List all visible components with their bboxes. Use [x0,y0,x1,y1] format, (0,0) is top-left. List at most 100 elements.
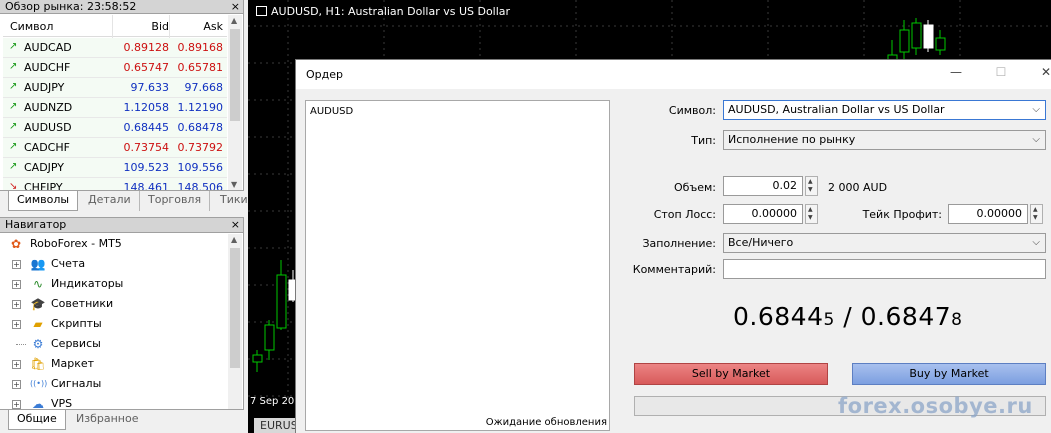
arrow-up-icon[interactable]: ▲ [808,178,813,186]
tree-root-label: RoboForex - MT5 [30,237,122,250]
tree-item[interactable]: + ∿ Индикаторы [0,274,228,294]
candle-body [899,29,910,53]
expand-icon[interactable]: + [12,400,21,409]
navigator-scrollbar[interactable]: ▲ [228,234,242,409]
market-watch-scrollbar[interactable]: ▲ ▼ [228,15,242,190]
sell-by-market-button[interactable]: Sell by Market [634,363,828,385]
order-type-select[interactable]: Исполнение по рынку ⌵ [723,130,1046,150]
close-icon[interactable]: × [231,0,240,13]
column-bid[interactable]: Bid [151,20,169,33]
arrow-up-right-icon: ↗ [9,121,18,132]
tree-item[interactable]: + ((•)) Сигналы [0,374,228,394]
column-ask[interactable]: Ask [203,20,223,33]
maximize-icon[interactable]: ☐ [991,65,1011,79]
tab-trading[interactable]: Торговля [140,191,211,211]
take-profit-stepper[interactable]: ▲ ▼ [1030,204,1043,224]
scroll-up-icon[interactable]: ▲ [231,16,237,25]
table-row[interactable]: ↗ AUDCAD 0.89128 0.89168 [3,38,227,58]
symbol-cell: CHFJPY [24,181,63,190]
table-row[interactable]: ↗ AUDJPY 97.633 97.668 [3,78,227,98]
bid-cell: 97.633 [130,81,170,94]
tab-details[interactable]: Детали [80,191,140,211]
table-row[interactable]: ↗ CADJPY 109.523 109.556 [3,158,227,178]
tree-item[interactable]: ⚙ Сервисы [0,334,228,354]
arrow-down-icon[interactable]: ▼ [808,186,813,194]
scroll-up-icon[interactable]: ▲ [231,235,237,244]
tick-chart-area: AUDUSD Ожидание обновления [305,100,610,431]
arrow-up-icon[interactable]: ▲ [808,206,813,214]
arrow-up-right-icon: ↗ [9,41,18,52]
expand-icon[interactable]: + [12,260,21,269]
close-icon[interactable]: × [231,218,240,232]
navigator-tree: ✿ RoboForex - MT5 + 👥 Счета + ∿ Индикаторы + 🎓 С… [0,234,228,409]
candle-body [935,37,946,51]
tree-item[interactable]: + ▰ Скрипты [0,314,228,334]
bid-cell: 0.68445 [123,121,170,134]
tree-root[interactable]: ✿ RoboForex - MT5 [0,234,228,254]
tab-symbols[interactable]: Символы [8,191,79,211]
bid-price: 0.6844 [733,302,824,331]
filling-select[interactable]: Все/Ничего ⌵ [723,233,1046,253]
tree-item[interactable]: + 🛍 Маркет [0,354,228,374]
expand-icon[interactable]: + [12,360,21,369]
tab-favorites[interactable]: Избранное [68,410,146,430]
symbol-cell: AUDNZD [24,101,73,114]
symbol-select[interactable]: AUDUSD, Australian Dollar vs US Dollar ⌵ [723,100,1046,120]
table-row[interactable]: ↗ AUDNZD 1.12058 1.12190 [3,98,227,118]
comment-input[interactable] [723,259,1046,279]
ask-cell: 148.506 [177,181,224,190]
candle-body [911,22,922,49]
navigator-title: Навигатор [5,218,67,231]
expand-icon[interactable]: + [12,280,21,289]
arrow-down-icon[interactable]: ▼ [1033,214,1038,222]
table-row[interactable]: ↗ AUDCHF 0.65747 0.65781 [3,58,227,78]
tree-item-label: Сигналы [51,377,102,390]
navigator-panel: Навигатор × ✿ RoboForex - MT5 + 👥 Счета + ∿ И… [0,217,244,433]
minimize-icon[interactable]: — [946,65,966,79]
stop-loss-label: Стоп Лосс: [653,208,716,221]
expand-icon[interactable]: + [12,320,21,329]
scroll-thumb[interactable] [230,29,240,121]
buy-by-market-button[interactable]: Buy by Market [852,363,1046,385]
tree-item-label: Сервисы [51,337,101,350]
candle-body [276,274,287,329]
table-row[interactable]: ↗ CADCHF 0.73754 0.73792 [3,138,227,158]
volume-input[interactable]: 0.02 [723,176,803,196]
tree-item[interactable]: + 🎓 Советники [0,294,228,314]
arrow-up-right-icon: ↗ [9,101,18,112]
chevron-down-icon: ⌵ [1032,104,1040,115]
bid-cell: 109.523 [123,161,170,174]
take-profit-label: Тейк Профит: [862,208,942,221]
navigator-titlebar: Навигатор × [0,218,243,233]
expand-icon[interactable]: + [12,380,21,389]
tree-item[interactable]: + 👥 Счета [0,254,228,274]
signals-icon: ((•)) [30,379,48,388]
market-watch-header: Символ Bid Ask [3,15,227,37]
expand-icon[interactable]: + [12,300,21,309]
symbol-label: Символ: [668,104,716,117]
indicators-icon: ∿ [32,277,44,291]
tree-item[interactable]: + ☁ VPS [0,394,228,409]
column-symbol[interactable]: Символ [10,20,53,33]
chart-title: AUDUSD, H1: Australian Dollar vs US Doll… [256,5,510,18]
stop-loss-stepper[interactable]: ▲ ▼ [805,204,818,224]
close-icon[interactable]: ✕ [1036,65,1051,79]
experts-icon: 🎓 [30,297,46,311]
table-row[interactable]: ↗ AUDUSD 0.68445 0.68478 [3,118,227,138]
volume-stepper[interactable]: ▲ ▼ [805,176,818,196]
arrow-up-right-icon: ↗ [9,81,18,92]
symbol-cell: CADCHF [24,141,70,154]
bid-cell: 148.461 [123,181,170,190]
market-watch-rows: ↗ AUDCAD 0.89128 0.89168 ↗ AUDCHF 0.65747 0.657… [3,38,227,190]
table-row[interactable]: ↘ CHFJPY 148.461 148.506 [3,178,227,190]
scroll-thumb[interactable] [230,248,240,368]
arrow-down-icon[interactable]: ▼ [808,214,813,222]
stop-loss-input[interactable]: 0.00000 [723,204,803,224]
scripts-icon: ▰ [33,317,43,331]
arrow-up-icon[interactable]: ▲ [1033,206,1038,214]
broker-icon: ✿ [10,237,22,251]
watermark: forex.osobye.ru [838,394,1033,418]
take-profit-input[interactable]: 0.00000 [948,204,1028,224]
scroll-down-icon[interactable]: ▼ [231,180,237,189]
tab-common[interactable]: Общие [8,410,66,430]
